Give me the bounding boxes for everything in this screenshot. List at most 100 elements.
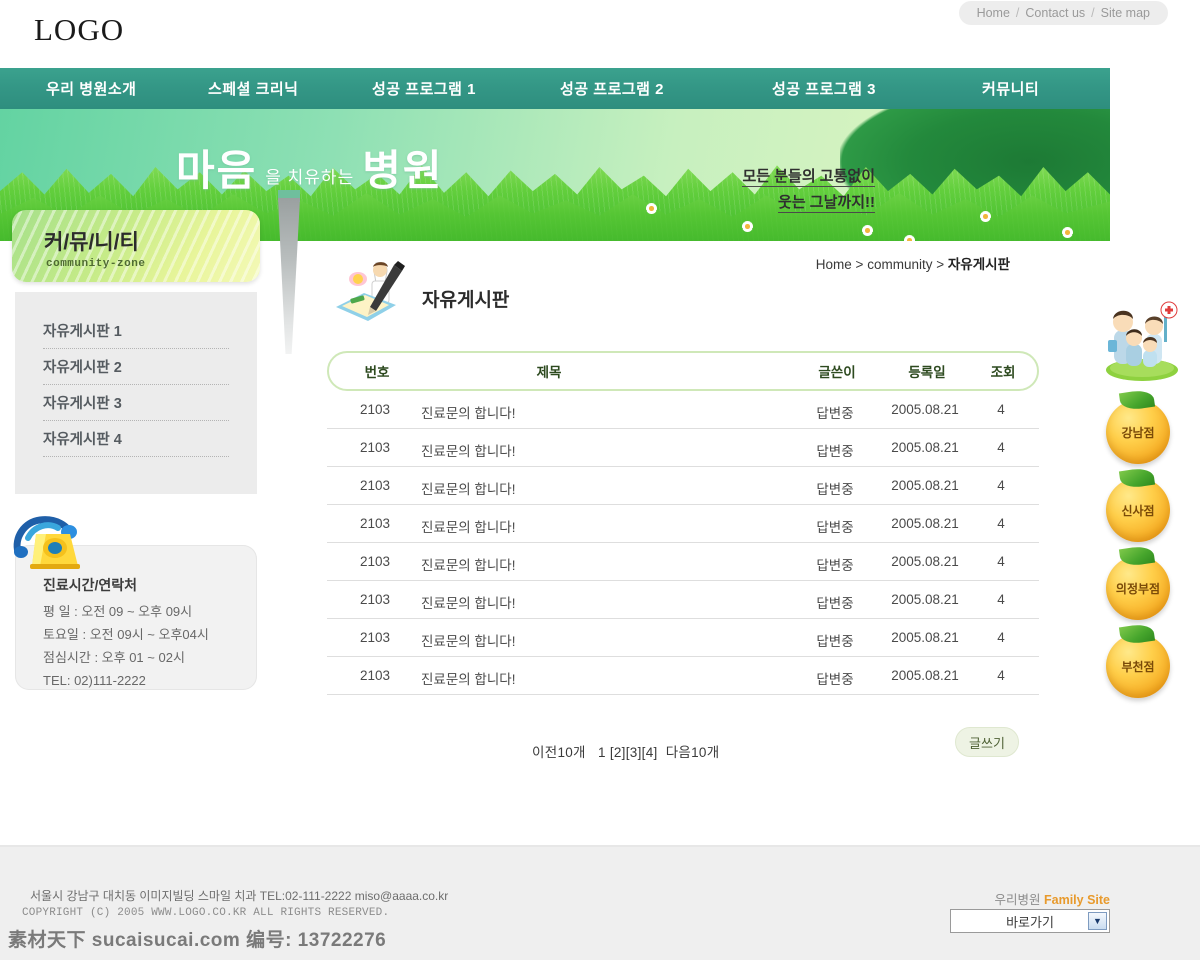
hero-title-word-1: 마음: [176, 147, 258, 194]
cell-date: 2005.08.21: [891, 440, 959, 455]
cell-title[interactable]: 진료문의 합니다!: [421, 516, 515, 536]
branch-label: 신사점: [1121, 503, 1155, 518]
sidebar-menu: 자유게시판 1 자유게시판 2 자유게시판 3 자유게시판 4: [15, 292, 257, 494]
nav-item-special-clinic[interactable]: 스페셜 크리닉: [208, 78, 298, 99]
clinic-hours-saturday: 토요일 : 오전 09시 ~ 오후04시: [43, 627, 209, 642]
cell-author: 답변중: [816, 558, 854, 573]
utility-nav-sitemap[interactable]: Site map: [1101, 6, 1150, 20]
family-site-select-value: 바로가기: [1006, 914, 1054, 930]
sidebar-header: 커/뮤/니/티 community-zone: [12, 210, 260, 282]
clinic-hours-weekday: 평 일 : 오전 09 ~ 오후 09시: [43, 604, 193, 619]
sidebar-item-board-4[interactable]: 자유게시판 4: [43, 428, 229, 457]
cell-title[interactable]: 진료문의 합니다!: [421, 478, 515, 498]
sidebar-header-title: 커/뮤/니/티: [44, 231, 139, 254]
clinic-hours-lines: 평 일 : 오전 09 ~ 오후 09시 토요일 : 오전 09시 ~ 오후04…: [43, 600, 209, 692]
cell-date: 2005.08.21: [891, 630, 959, 645]
branch-button-sinsa[interactable]: 신사점: [1106, 466, 1170, 542]
cell-author: 답변중: [816, 672, 854, 687]
nav-item-hospital-intro[interactable]: 우리 병원소개: [46, 78, 136, 99]
leaf-icon: [1118, 388, 1156, 412]
table-row[interactable]: 2103 진료문의 합니다! 답변중 2005.08.21 4: [327, 657, 1039, 695]
table-row[interactable]: 2103 진료문의 합니다! 답변중 2005.08.21 4: [327, 429, 1039, 467]
column-header-author: 글쓴이: [818, 365, 856, 380]
flower-icon: [742, 221, 753, 232]
cell-title[interactable]: 진료문의 합니다!: [421, 668, 515, 688]
cell-author: 답변중: [816, 482, 854, 497]
hero-title-word-2: 병원: [362, 147, 444, 194]
family-site-select[interactable]: 바로가기 ▼: [950, 909, 1110, 933]
utility-nav-contact[interactable]: Contact us: [1025, 6, 1085, 20]
cell-no: 2103: [359, 402, 391, 417]
cell-hits: 4: [997, 516, 1005, 531]
sidebar-item-board-2[interactable]: 자유게시판 2: [43, 356, 229, 385]
cell-hits: 4: [997, 554, 1005, 569]
pagination-next[interactable]: 다음10개: [666, 745, 720, 760]
breadcrumb-current: 자유게시판: [947, 257, 1010, 272]
pagination-page-1[interactable]: 1: [598, 745, 606, 760]
column-header-date: 등록일: [908, 365, 946, 380]
cell-date: 2005.08.21: [891, 554, 959, 569]
leaf-icon: [1118, 622, 1156, 646]
cell-author: 답변중: [816, 406, 854, 421]
nav-item-program-2[interactable]: 성공 프로그램 2: [560, 78, 664, 99]
pagination-page-4[interactable]: [4]: [642, 745, 658, 760]
pagination: 이전10개 1 [2][3][4] 다음10개: [532, 741, 719, 761]
family-characters-icon: [1106, 301, 1178, 381]
cell-date: 2005.08.21: [891, 592, 959, 607]
cell-title[interactable]: 진료문의 합니다!: [421, 402, 515, 422]
clinic-hours-title: 진료시간/연락처: [43, 577, 138, 593]
sidebar-item-board-1[interactable]: 자유게시판 1: [43, 320, 229, 349]
column-header-title: 제목: [536, 365, 562, 380]
hero-title: 마음 을 치유하는 병원: [176, 137, 444, 198]
cell-no: 2103: [359, 478, 391, 493]
pagination-page-3[interactable]: [3]: [626, 745, 642, 760]
branch-label: 부천점: [1121, 659, 1155, 674]
branch-button-uijeongbu[interactable]: 의정부점: [1106, 544, 1170, 620]
cell-title[interactable]: 진료문의 합니다!: [421, 630, 515, 650]
branch-button-gangnam[interactable]: 강남점: [1106, 388, 1170, 464]
family-site-label-en: Family Site: [1044, 893, 1110, 907]
page-title: 자유게시판: [422, 290, 510, 311]
table-row[interactable]: 2103 진료문의 합니다! 답변중 2005.08.21 4: [327, 619, 1039, 657]
table-row[interactable]: 2103 진료문의 합니다! 답변중 2005.08.21 4: [327, 391, 1039, 429]
cell-date: 2005.08.21: [891, 516, 959, 531]
content-tab-shape: [278, 198, 300, 354]
cell-author: 답변중: [816, 634, 854, 649]
sidebar-item-board-3[interactable]: 자유게시판 3: [43, 392, 229, 421]
pagination-page-2[interactable]: [2]: [610, 745, 626, 760]
nav-item-program-1[interactable]: 성공 프로그램 1: [372, 78, 476, 99]
cell-hits: 4: [997, 592, 1005, 607]
breadcrumb: Home > community > 자유게시판: [816, 253, 1010, 273]
chevron-down-icon[interactable]: ▼: [1088, 912, 1107, 930]
table-row[interactable]: 2103 진료문의 합니다! 답변중 2005.08.21 4: [327, 581, 1039, 619]
utility-nav-home[interactable]: Home: [977, 6, 1010, 20]
write-post-button[interactable]: 글쓰기: [955, 727, 1019, 757]
cell-no: 2103: [359, 592, 391, 607]
cell-date: 2005.08.21: [891, 402, 959, 417]
site-logo[interactable]: LOGO: [34, 12, 124, 48]
right-sidebar: 강남점 신사점 의정부점 부천점: [1102, 300, 1198, 700]
table-row[interactable]: 2103 진료문의 합니다! 답변중 2005.08.21 4: [327, 505, 1039, 543]
leaf-icon: [1118, 466, 1156, 490]
table-row[interactable]: 2103 진료문의 합니다! 답변중 2005.08.21 4: [327, 543, 1039, 581]
branch-button-bucheon[interactable]: 부천점: [1106, 622, 1170, 698]
footer-copyright: COPYRIGHT (C) 2005 WWW.LOGO.CO.KR ALL RI…: [22, 907, 390, 919]
breadcrumb-section[interactable]: community: [867, 257, 932, 272]
cell-no: 2103: [359, 516, 391, 531]
cell-hits: 4: [997, 478, 1005, 493]
flower-icon: [1062, 227, 1073, 238]
pagination-prev[interactable]: 이전10개: [532, 745, 586, 760]
cell-title[interactable]: 진료문의 합니다!: [421, 592, 515, 612]
breadcrumb-home[interactable]: Home: [816, 257, 852, 272]
cell-author: 답변중: [816, 596, 854, 611]
table-row[interactable]: 2103 진료문의 합니다! 답변중 2005.08.21 4: [327, 467, 1039, 505]
board-table: 번호 제목 글쓴이 등록일 조회 2103 진료문의 합니다! 답변중 2005…: [327, 351, 1039, 695]
nav-item-community[interactable]: 커뮤니티: [982, 78, 1039, 99]
cell-hits: 4: [997, 630, 1005, 645]
cell-author: 답변중: [816, 520, 854, 535]
nav-item-program-3[interactable]: 성공 프로그램 3: [772, 78, 876, 99]
breadcrumb-sep-2: >: [936, 257, 945, 272]
cell-title[interactable]: 진료문의 합니다!: [421, 554, 515, 574]
cell-title[interactable]: 진료문의 합니다!: [421, 440, 515, 460]
sidebar-header-subtitle: community-zone: [46, 258, 146, 270]
